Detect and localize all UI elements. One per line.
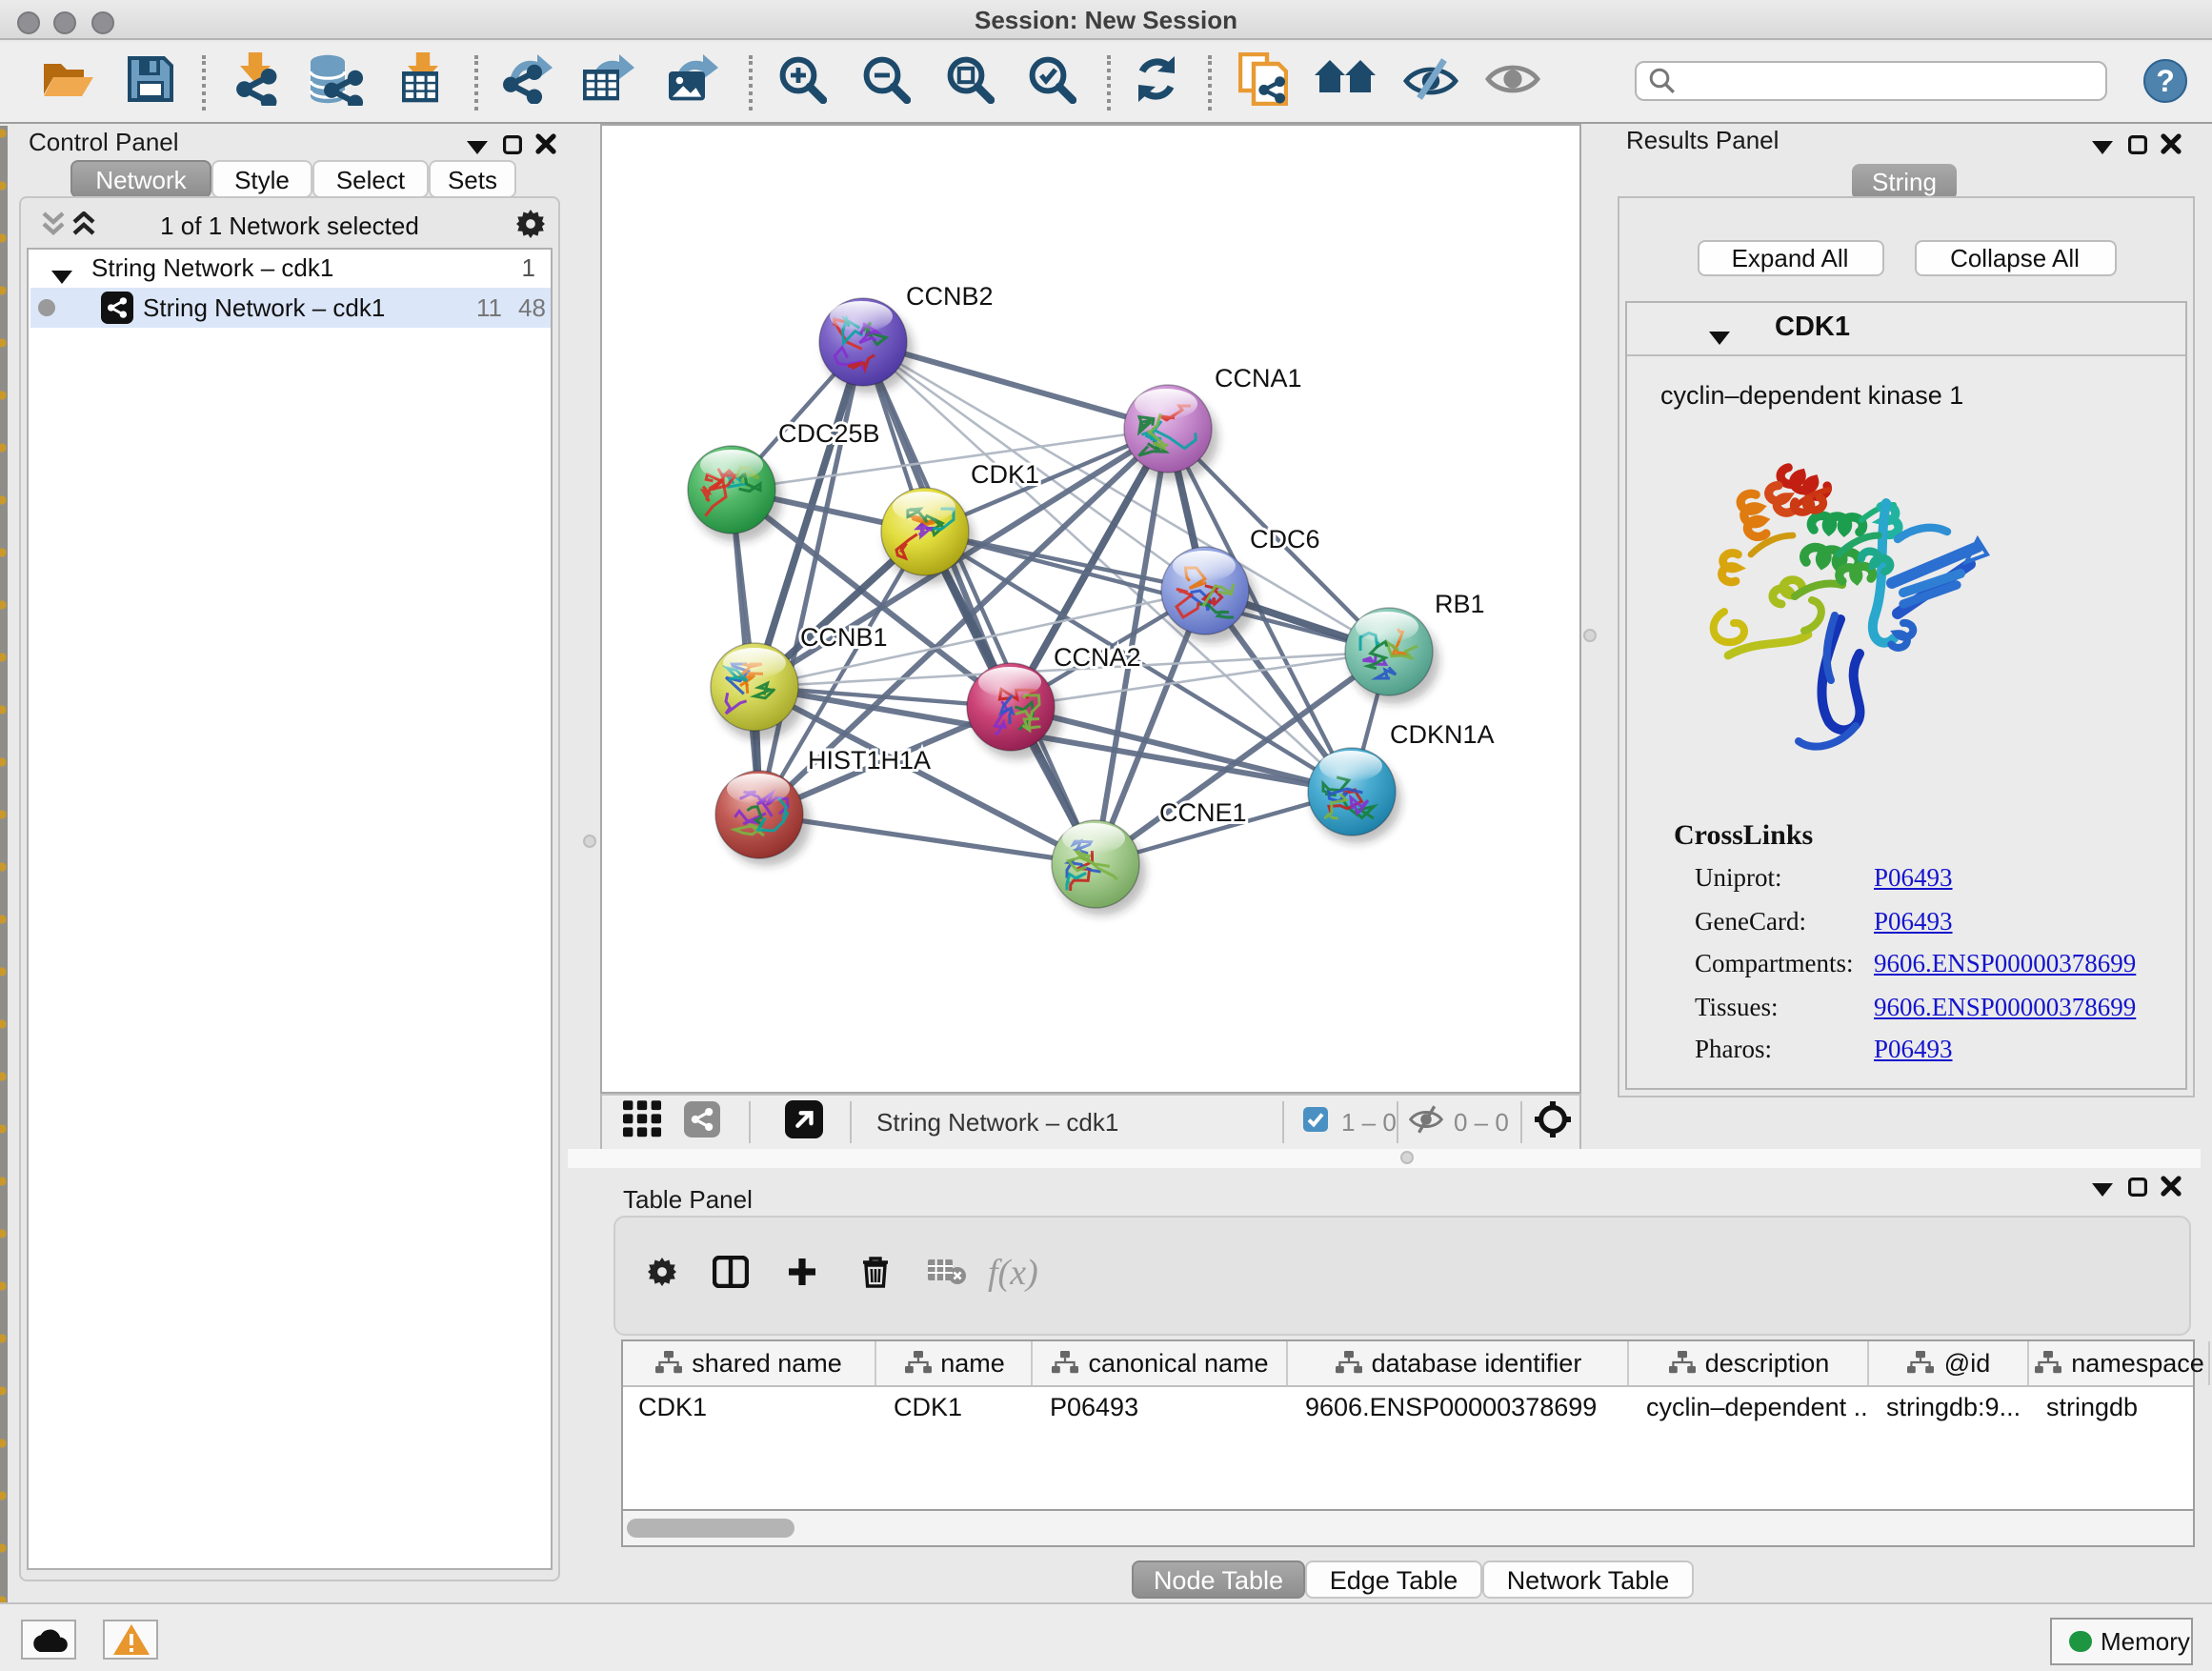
svg-text:CCNB2: CCNB2 xyxy=(906,282,994,311)
svg-text:HIST1H1A: HIST1H1A xyxy=(808,746,931,775)
svg-text:CDC25B: CDC25B xyxy=(778,419,880,448)
svg-text:CCNB1: CCNB1 xyxy=(800,623,888,652)
svg-text:CDC6: CDC6 xyxy=(1250,525,1320,554)
svg-text:CCNA1: CCNA1 xyxy=(1215,364,1302,393)
svg-text:RB1: RB1 xyxy=(1435,590,1485,618)
svg-text:CCNA2: CCNA2 xyxy=(1054,643,1141,672)
svg-text:CDK1: CDK1 xyxy=(971,460,1039,489)
svg-text:CDKN1A: CDKN1A xyxy=(1390,720,1495,749)
svg-text:CCNE1: CCNE1 xyxy=(1159,798,1247,827)
